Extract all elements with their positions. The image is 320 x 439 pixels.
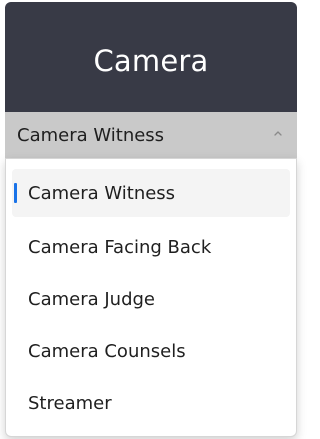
option-camera-facing-back[interactable]: Camera Facing Back [6, 221, 296, 273]
camera-select[interactable]: Camera Witness [5, 112, 297, 158]
camera-options-list: Camera Witness Camera Facing Back Camera… [5, 158, 297, 437]
option-camera-counsels[interactable]: Camera Counsels [6, 325, 296, 377]
camera-panel: Camera Camera Witness Camera Witness Cam… [5, 2, 297, 437]
option-label: Camera Judge [28, 288, 156, 310]
option-camera-judge[interactable]: Camera Judge [6, 273, 296, 325]
option-label: Camera Counsels [28, 340, 186, 362]
option-label: Streamer [28, 392, 112, 414]
option-label: Camera Witness [28, 182, 176, 204]
panel-title: Camera [93, 44, 209, 78]
option-camera-witness[interactable]: Camera Witness [12, 169, 290, 217]
chevron-up-icon [274, 131, 282, 136]
selected-indicator [14, 183, 17, 203]
option-streamer[interactable]: Streamer [6, 377, 296, 429]
panel-header: Camera [5, 2, 297, 112]
option-label: Camera Facing Back [28, 236, 212, 258]
camera-select-value: Camera Witness [17, 124, 165, 146]
